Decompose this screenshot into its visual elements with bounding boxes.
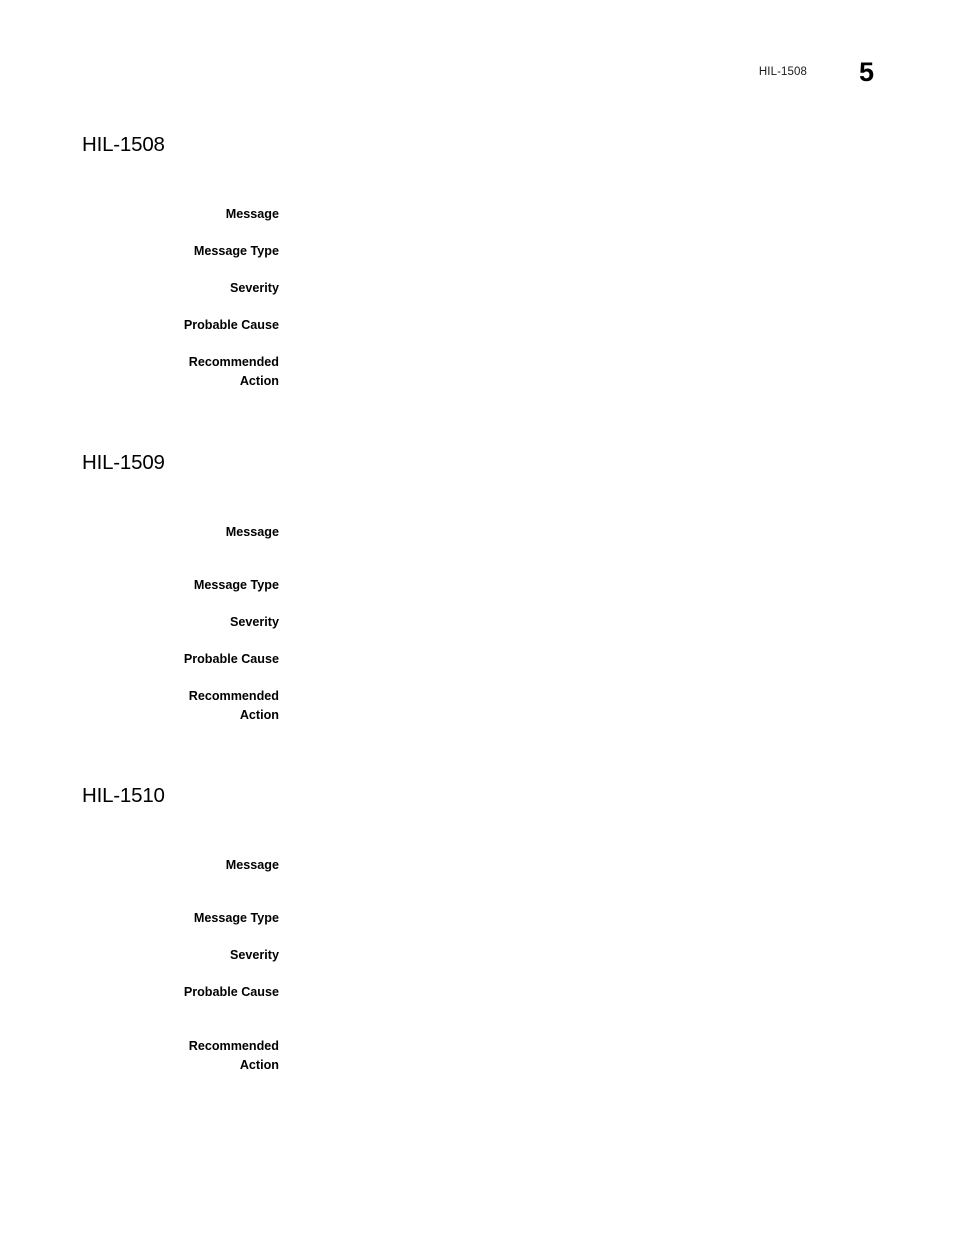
field-row: Recommended Action: [82, 353, 882, 390]
field-row: Probable Cause: [82, 316, 882, 335]
field-value: [215, 650, 882, 669]
field-value: [215, 353, 882, 390]
field-label: Severity: [229, 615, 279, 629]
section-heading: HIL-1510: [82, 784, 165, 807]
field-row: Probable Cause: [82, 983, 882, 1020]
field-label: Severity: [229, 281, 279, 295]
field-label: Severity: [229, 948, 279, 962]
field-row: Message: [82, 205, 882, 224]
section-heading: HIL-1509: [82, 451, 165, 474]
field-row: Severity: [82, 613, 882, 632]
field-label: Message Type: [193, 244, 279, 258]
field-value: [215, 279, 882, 298]
field-row: Recommended Action: [82, 1037, 882, 1074]
section-heading: HIL-1508: [82, 133, 165, 156]
document-page: HIL-1508 5 HIL-1508 Message Message Type Se…: [0, 0, 954, 1235]
field-label: Message Type: [193, 911, 279, 925]
field-label: Recommended Action: [188, 355, 279, 388]
field-value: [215, 1037, 882, 1074]
field-label: Probable Cause: [183, 985, 279, 999]
field-value: [215, 242, 882, 261]
field-row: Message: [82, 856, 882, 893]
field-value: [215, 316, 882, 335]
field-row: Message Type: [82, 242, 882, 261]
message-section-hil-1509: HIL-1509 Message Message Type Severity Proba…: [82, 451, 882, 722]
field-row: Message Type: [82, 576, 882, 595]
field-label: Probable Cause: [183, 652, 279, 666]
field-label: Message: [225, 858, 279, 872]
field-value: [215, 205, 882, 224]
field-row: Message Type: [82, 909, 882, 928]
field-label: Message Type: [193, 578, 279, 592]
field-row: Recommended Action: [82, 687, 882, 724]
field-value: [215, 946, 882, 965]
field-label: Recommended Action: [188, 689, 279, 722]
field-label: Recommended Action: [188, 1039, 279, 1072]
field-value: [215, 687, 882, 724]
field-value: [215, 983, 882, 1020]
field-row: Severity: [82, 946, 882, 965]
field-value: [215, 613, 882, 632]
field-value: [215, 576, 882, 595]
field-value: [215, 909, 882, 928]
field-value: [215, 523, 882, 560]
field-row: Probable Cause: [82, 650, 882, 669]
running-header-chapter-title: HIL-1508: [758, 66, 807, 78]
message-section-hil-1510: HIL-1510 Message Message Type Severity Proba…: [82, 784, 882, 1072]
page-number: 5: [858, 57, 874, 87]
field-row: Message: [82, 523, 882, 560]
message-section-hil-1508: HIL-1508 Message Message Type Severity Proba…: [82, 133, 882, 388]
page-running-header: HIL-1508 5: [0, 56, 954, 102]
field-value: [215, 856, 882, 893]
field-label: Message: [225, 525, 279, 539]
field-label: Message: [225, 207, 279, 221]
field-row: Severity: [82, 279, 882, 298]
field-label: Probable Cause: [183, 318, 279, 332]
